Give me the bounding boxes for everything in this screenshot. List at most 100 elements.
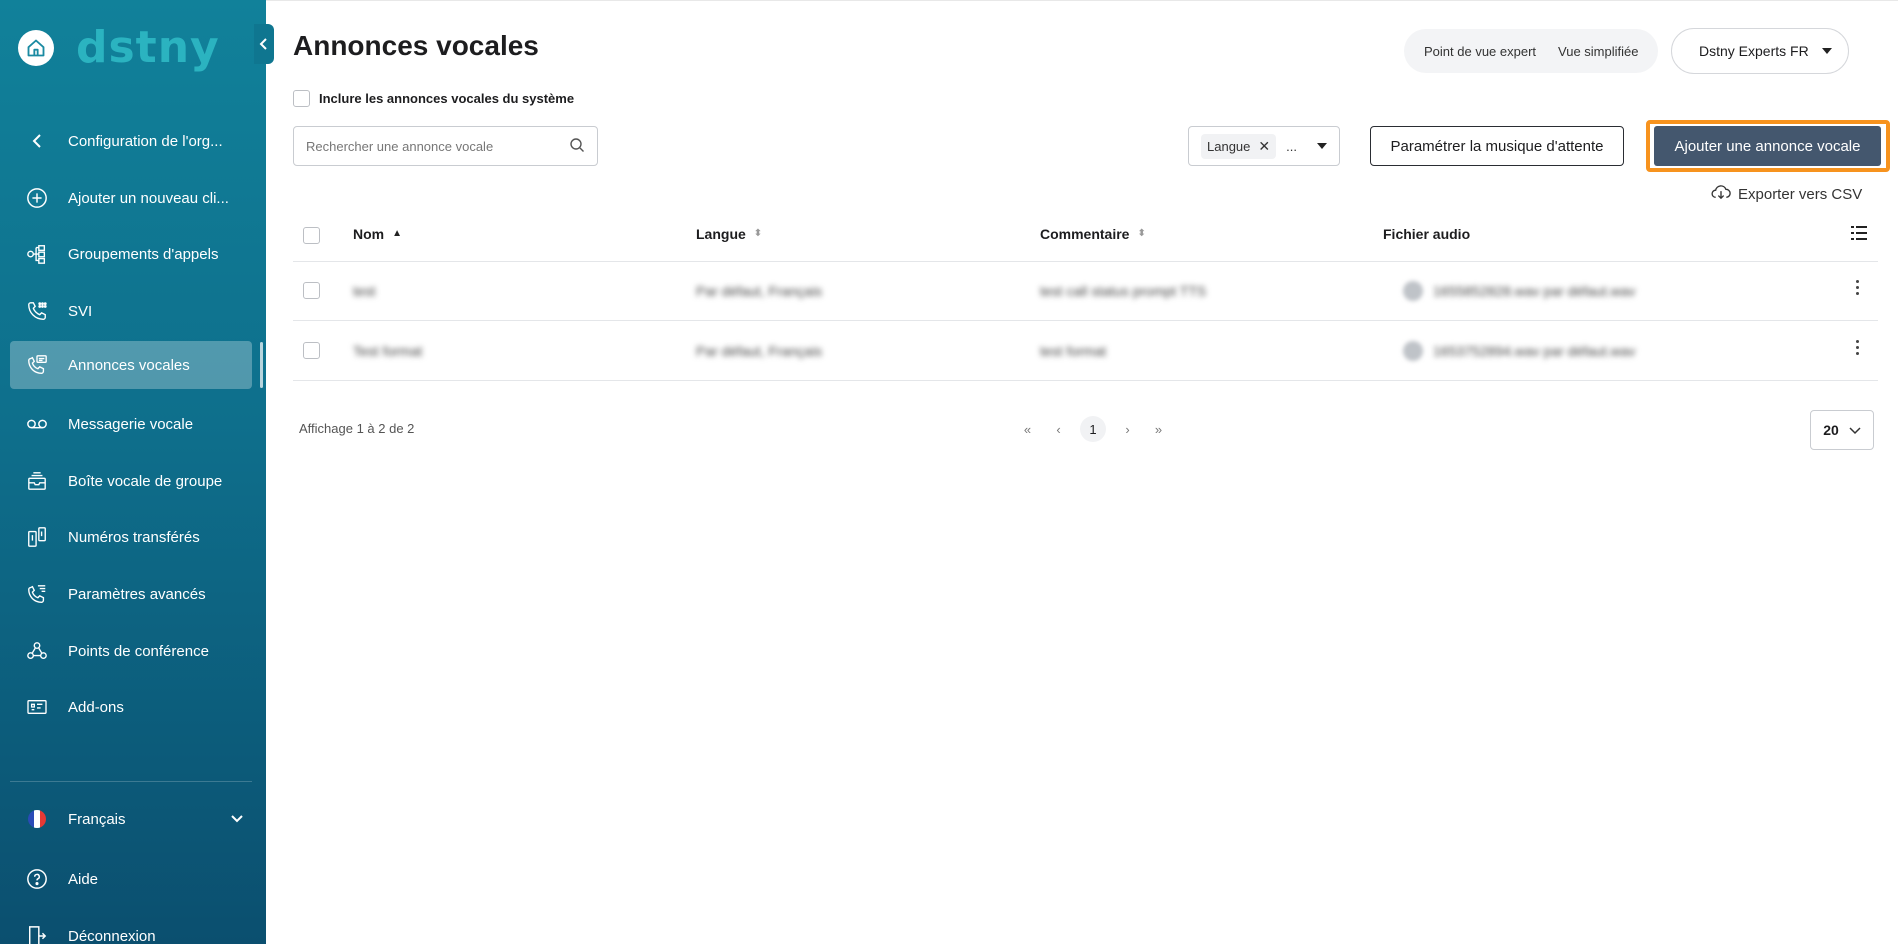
chevron-down-icon bbox=[1849, 422, 1861, 438]
sidebar-item-label: Déconnexion bbox=[68, 927, 156, 944]
brand: dstny bbox=[18, 26, 220, 70]
main-content: Annonces vocales Point de vue expert Vue… bbox=[266, 0, 1898, 944]
play-icon[interactable] bbox=[1403, 281, 1423, 301]
pagination: « ‹ 1 › » bbox=[1012, 416, 1174, 442]
active-indicator bbox=[260, 342, 263, 388]
caret-down-icon bbox=[1317, 143, 1327, 149]
checkbox[interactable] bbox=[293, 90, 310, 107]
row-menu-icon[interactable] bbox=[1856, 340, 1860, 355]
sidebar-item-group-voicebox[interactable]: Boîte vocale de groupe bbox=[10, 457, 252, 505]
column-label: Commentaire bbox=[1040, 226, 1130, 242]
table-row[interactable]: Test format Par défaut, Français test fo… bbox=[293, 321, 1878, 381]
cell-nom: test bbox=[353, 283, 376, 299]
search-icon bbox=[569, 137, 585, 156]
row-checkbox[interactable] bbox=[303, 342, 320, 359]
chevron-left-icon bbox=[24, 128, 50, 154]
pagination-info: Affichage 1 à 2 de 2 bbox=[299, 421, 415, 436]
export-label: Exporter vers CSV bbox=[1738, 185, 1863, 203]
column-label: Langue bbox=[696, 226, 746, 242]
sidebar-item-label: Ajouter un nouveau cli... bbox=[68, 189, 229, 207]
sidebar-item-logout[interactable]: Déconnexion bbox=[10, 912, 252, 944]
sidebar-item-voice-announcements[interactable]: Annonces vocales bbox=[10, 341, 252, 389]
language-selector[interactable]: Français bbox=[10, 795, 252, 843]
hold-music-button[interactable]: Paramétrer la musique d'attente bbox=[1370, 126, 1624, 166]
next-page-icon[interactable]: › bbox=[1112, 422, 1143, 437]
column-label: Nom bbox=[353, 226, 385, 242]
sidebar-item-conference[interactable]: Points de conférence bbox=[10, 627, 252, 675]
current-page[interactable]: 1 bbox=[1080, 416, 1106, 442]
column-label: Fichier audio bbox=[1383, 226, 1471, 242]
column-header-fichier: Fichier audio bbox=[1383, 226, 1470, 242]
language-chip-label: Langue bbox=[1207, 138, 1251, 154]
sidebar-item-forwarded-numbers[interactable]: Numéros transférés bbox=[10, 513, 252, 561]
sidebar-item-svi[interactable]: SVI bbox=[10, 287, 252, 335]
column-header-nom[interactable]: Nom ▲ bbox=[353, 226, 402, 242]
sidebar-item-advanced-settings[interactable]: Paramètres avancés bbox=[10, 570, 252, 618]
sort-asc-icon: ▲ bbox=[392, 228, 403, 239]
page-size-select[interactable]: 20 bbox=[1810, 410, 1874, 450]
first-page-icon[interactable]: « bbox=[1012, 422, 1043, 437]
language-chip: Langue ✕ bbox=[1201, 133, 1277, 159]
view-expert-option[interactable]: Point de vue expert bbox=[1424, 44, 1536, 59]
search-placeholder: Rechercher une annonce vocale bbox=[306, 138, 494, 154]
home-icon[interactable] bbox=[18, 30, 54, 66]
view-simple-option[interactable]: Vue simplifiée bbox=[1558, 44, 1638, 59]
sidebar-item-label: Points de conférence bbox=[68, 642, 209, 660]
sidebar-divider bbox=[10, 781, 252, 782]
cell-commentaire: test format bbox=[1040, 343, 1107, 359]
sidebar-item-label: Messagerie vocale bbox=[68, 415, 194, 433]
include-system-label: Inclure les annonces vocales du système bbox=[319, 91, 575, 106]
add-announcement-button[interactable]: Ajouter une annonce vocale bbox=[1654, 126, 1881, 166]
search-input[interactable]: Rechercher une annonce vocale bbox=[293, 126, 598, 166]
sidebar-item-voicemail[interactable]: Messagerie vocale bbox=[10, 400, 252, 448]
sidebar-item-add-client[interactable]: Ajouter un nouveau cli... bbox=[10, 174, 252, 222]
advanced-settings-icon bbox=[24, 581, 50, 607]
france-flag-icon bbox=[24, 806, 50, 832]
language-label: Français bbox=[68, 810, 126, 828]
cloud-download-icon bbox=[1710, 184, 1732, 204]
close-icon[interactable]: ✕ bbox=[1258, 138, 1270, 155]
addons-icon bbox=[24, 694, 50, 720]
caret-down-icon bbox=[1822, 48, 1832, 54]
logout-icon bbox=[24, 923, 50, 944]
cell-fichier: 1653752894.wav par défaut.wav bbox=[1433, 343, 1636, 359]
sidebar-item-call-groups[interactable]: Groupements d'appels bbox=[10, 230, 252, 278]
sidebar-item-addons[interactable]: Add-ons bbox=[10, 683, 252, 731]
cell-langue: Par défaut, Français bbox=[696, 343, 823, 359]
sidebar-item-label: SVI bbox=[68, 302, 93, 320]
last-page-icon[interactable]: » bbox=[1143, 422, 1174, 437]
ivr-icon bbox=[24, 298, 50, 324]
voice-announcement-icon bbox=[24, 352, 50, 378]
export-csv-link[interactable]: Exporter vers CSV bbox=[1710, 184, 1862, 204]
sort-icon: ⬍ bbox=[753, 228, 763, 239]
column-header-commentaire[interactable]: Commentaire ⬍ bbox=[1040, 226, 1146, 242]
account-selector[interactable]: Dstny Experts FR bbox=[1671, 28, 1849, 74]
chevron-down-icon bbox=[230, 811, 244, 828]
plus-circle-icon bbox=[24, 185, 50, 211]
sidebar-item-label: Aide bbox=[68, 870, 99, 888]
cell-commentaire: test call status prompt TTS bbox=[1040, 283, 1207, 299]
cell-nom: Test format bbox=[353, 343, 423, 359]
sidebar-back-label: Configuration de l'org... bbox=[68, 132, 223, 150]
row-menu-icon[interactable] bbox=[1856, 280, 1860, 295]
group-inbox-icon bbox=[24, 468, 50, 494]
conference-icon bbox=[24, 638, 50, 664]
sidebar-item-help[interactable]: Aide bbox=[10, 855, 252, 903]
sidebar-back-config[interactable]: Configuration de l'org... bbox=[10, 117, 252, 165]
include-system-checkbox[interactable]: Inclure les annonces vocales du système bbox=[293, 90, 574, 107]
column-header-langue[interactable]: Langue ⬍ bbox=[696, 226, 762, 242]
table-header: Nom ▲ Langue ⬍ Commentaire ⬍ Fichier aud… bbox=[293, 210, 1878, 262]
table-row[interactable]: test Par défaut, Français test call stat… bbox=[293, 261, 1878, 321]
call-group-icon bbox=[24, 241, 50, 267]
sidebar-item-label: Annonces vocales bbox=[68, 356, 190, 374]
account-name: Dstny Experts FR bbox=[1699, 43, 1809, 59]
row-checkbox[interactable] bbox=[303, 282, 320, 299]
play-icon[interactable] bbox=[1403, 341, 1423, 361]
select-all-checkbox[interactable] bbox=[303, 227, 320, 244]
voicemail-icon bbox=[24, 411, 50, 437]
language-filter[interactable]: Langue ✕ ... bbox=[1188, 126, 1340, 166]
cell-langue: Par défaut, Français bbox=[696, 283, 823, 299]
sidebar-item-label: Groupements d'appels bbox=[68, 245, 219, 263]
prev-page-icon[interactable]: ‹ bbox=[1043, 422, 1074, 437]
column-settings-icon[interactable] bbox=[1850, 224, 1868, 247]
